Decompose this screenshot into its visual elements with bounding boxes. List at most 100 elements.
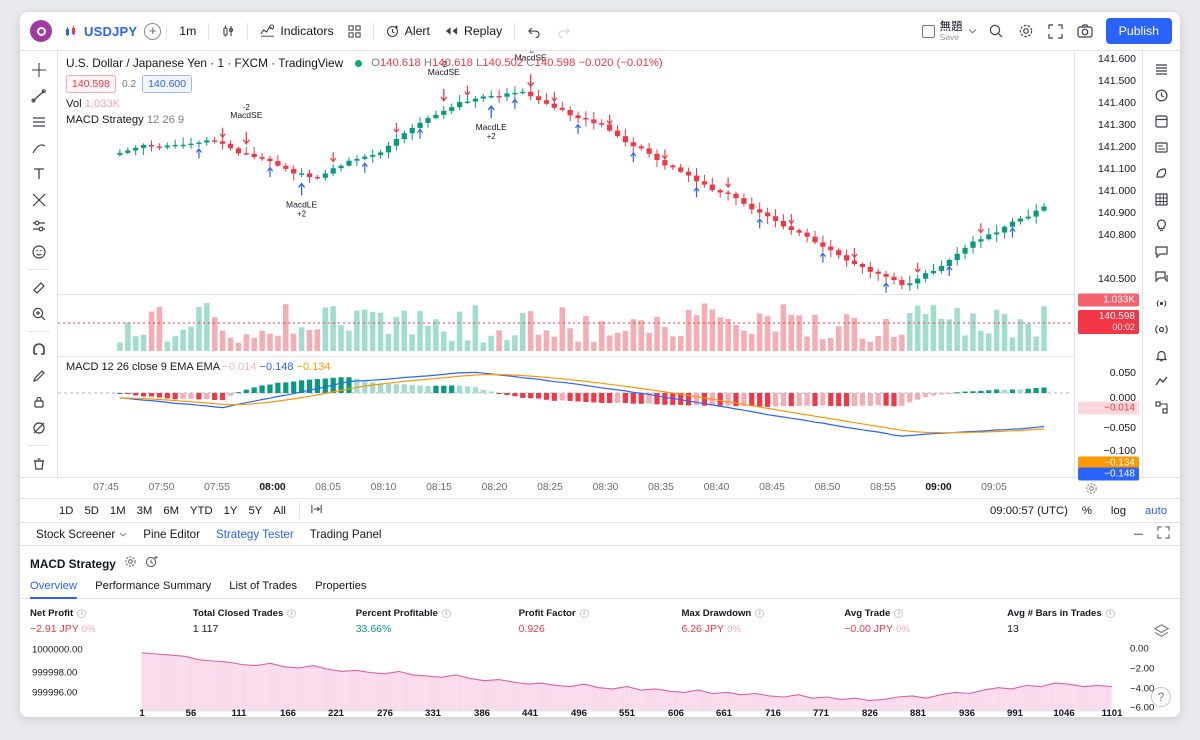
info-icon[interactable]: i bbox=[77, 609, 87, 618]
strategy-legend[interactable]: MACD Strategy 12 26 9 bbox=[66, 114, 663, 126]
notifications-icon[interactable] bbox=[1148, 343, 1176, 368]
alerts-panel-icon[interactable] bbox=[1148, 83, 1176, 108]
time-range-icon[interactable] bbox=[298, 501, 328, 520]
pitchfork-icon[interactable] bbox=[25, 135, 53, 160]
divider bbox=[208, 22, 210, 40]
snapshot-button[interactable] bbox=[1070, 18, 1100, 44]
bid-pill[interactable]: 140.598 bbox=[66, 75, 116, 94]
fullscreen-icon bbox=[1048, 23, 1063, 39]
pane-divider[interactable] bbox=[58, 356, 1074, 357]
patterns-icon[interactable] bbox=[25, 187, 53, 212]
watchlist-icon[interactable] bbox=[1148, 57, 1176, 82]
timeframe-all[interactable]: All bbox=[268, 503, 291, 519]
subtab-properties[interactable]: Properties bbox=[315, 580, 376, 598]
tradingview-logo-icon[interactable] bbox=[30, 20, 52, 42]
panel-maximize-button[interactable] bbox=[1157, 526, 1170, 542]
lightbulb-icon[interactable] bbox=[1148, 213, 1176, 238]
timeframe-6m[interactable]: 6M bbox=[158, 503, 184, 519]
measure-ruler-icon[interactable] bbox=[25, 275, 53, 300]
settings-button[interactable] bbox=[1011, 18, 1041, 44]
search-button[interactable] bbox=[981, 18, 1011, 44]
equity-left-tick: 999998.00 bbox=[32, 667, 78, 679]
ask-pill[interactable]: 140.600 bbox=[142, 75, 193, 94]
panel-minimize-button[interactable] bbox=[1132, 526, 1145, 542]
save-layout-button[interactable]: 無題 Save bbox=[916, 18, 981, 44]
timeframe-1y[interactable]: 1Y bbox=[219, 503, 243, 519]
news-icon[interactable] bbox=[1148, 135, 1176, 160]
alert-button[interactable]: Alert bbox=[379, 18, 437, 44]
price-tick: 141.500 bbox=[1098, 75, 1136, 87]
fullscreen-button[interactable] bbox=[1041, 18, 1070, 44]
strategy-settings-icon[interactable] bbox=[124, 555, 137, 573]
chat-icon[interactable] bbox=[1148, 239, 1176, 264]
bottom-tab-stock-screener[interactable]: Stock Screener bbox=[28, 523, 135, 545]
macd-legend[interactable]: MACD 12 26 close 9 EMA EMA −0.014 −0.148… bbox=[66, 361, 331, 373]
magnet-icon[interactable] bbox=[25, 337, 53, 362]
bottom-tab-list: Stock Screener Pine Editor Strategy Tester… bbox=[28, 523, 390, 545]
time-axis-settings-icon[interactable] bbox=[1085, 482, 1098, 500]
ideas-icon[interactable] bbox=[1148, 161, 1176, 186]
price-tick: 141.000 bbox=[1098, 185, 1136, 197]
hotlist-icon[interactable] bbox=[1148, 187, 1176, 212]
chart-canvas-area[interactable]: U.S. Dollar / Japanese Yen · 1 · FXCM · … bbox=[58, 51, 1074, 477]
log-scale-button[interactable]: log bbox=[1106, 503, 1131, 519]
trash-icon[interactable] bbox=[25, 451, 53, 476]
subtab-overview[interactable]: Overview bbox=[30, 580, 86, 599]
timeframe-1d[interactable]: 1D bbox=[54, 503, 78, 519]
draw-mode-icon[interactable] bbox=[25, 363, 53, 388]
undo-button[interactable] bbox=[520, 18, 549, 44]
info-icon[interactable]: i bbox=[755, 609, 765, 618]
info-icon[interactable]: i bbox=[1105, 609, 1115, 618]
divider bbox=[27, 445, 50, 446]
symbol-button[interactable]: USDJPY bbox=[58, 18, 144, 44]
forecast-icon[interactable] bbox=[25, 213, 53, 238]
stream-icon[interactable] bbox=[1148, 317, 1176, 342]
timeframe-ytd[interactable]: YTD bbox=[185, 503, 218, 519]
pane-divider[interactable] bbox=[58, 294, 1074, 295]
horizontal-lines-icon[interactable] bbox=[25, 109, 53, 134]
subtab-list-of-trades[interactable]: List of Trades bbox=[229, 580, 306, 598]
emoji-icon[interactable] bbox=[25, 239, 53, 264]
info-icon[interactable]: i bbox=[287, 609, 297, 618]
cursor-crosshair-icon[interactable] bbox=[25, 57, 53, 82]
layers-icon[interactable] bbox=[1153, 623, 1170, 645]
subtab-performance-summary[interactable]: Performance Summary bbox=[95, 580, 220, 598]
text-tool-icon[interactable] bbox=[25, 161, 53, 186]
equity-chart[interactable]: 1000000.00 999998.00 999996.00 0.00 −2.00 −4… bbox=[20, 641, 1180, 714]
chart-type-button[interactable] bbox=[214, 18, 242, 44]
bottom-tab-pine-editor[interactable]: Pine Editor bbox=[135, 523, 208, 545]
lock-icon[interactable] bbox=[25, 389, 53, 414]
chat-rooms-icon[interactable] bbox=[1148, 265, 1176, 290]
zoom-in-icon[interactable] bbox=[25, 301, 53, 326]
equity-x-tick: 551 bbox=[618, 708, 636, 717]
hide-drawings-icon[interactable] bbox=[25, 415, 53, 440]
object-tree-icon[interactable] bbox=[1148, 395, 1176, 420]
bottom-tab-strategy-tester[interactable]: Strategy Tester bbox=[208, 523, 302, 545]
time-axis[interactable]: 07:45 07:50 07:55 08:00 08:05 08:10 08:15 08:20… bbox=[20, 478, 1180, 499]
strategy-alert-icon[interactable] bbox=[145, 555, 159, 573]
help-icon[interactable]: ? bbox=[1151, 687, 1171, 707]
timeframe-5y[interactable]: 5Y bbox=[243, 503, 267, 519]
timeframe-3m[interactable]: 3M bbox=[132, 503, 158, 519]
percent-scale-button[interactable]: % bbox=[1077, 503, 1097, 519]
trend-line-icon[interactable] bbox=[25, 83, 53, 108]
info-icon[interactable]: i bbox=[441, 609, 451, 618]
timeframe-5d[interactable]: 5D bbox=[79, 503, 103, 519]
info-icon[interactable]: i bbox=[894, 609, 904, 618]
pine-icon[interactable] bbox=[1148, 369, 1176, 394]
timeframe-1m[interactable]: 1M bbox=[105, 503, 131, 519]
info-icon[interactable]: i bbox=[579, 609, 589, 618]
redo-button[interactable] bbox=[549, 18, 578, 44]
time-tick: 08:35 bbox=[648, 482, 674, 493]
interval-button[interactable]: 1m bbox=[172, 18, 203, 44]
bottom-tab-trading-panel[interactable]: Trading Panel bbox=[302, 523, 390, 545]
add-symbol-button[interactable]: + bbox=[144, 22, 162, 40]
publish-button[interactable]: Publish bbox=[1105, 18, 1172, 44]
indicators-button[interactable]: Indicators bbox=[253, 18, 340, 44]
price-axis[interactable]: 141.600 141.500 141.400 141.300 141.200 141.1… bbox=[1074, 51, 1142, 481]
replay-button[interactable]: Replay bbox=[437, 18, 509, 44]
data-window-icon[interactable] bbox=[1148, 109, 1176, 134]
auto-scale-button[interactable]: auto bbox=[1140, 503, 1172, 519]
templates-button[interactable] bbox=[341, 18, 368, 44]
broadcast-icon[interactable] bbox=[1148, 291, 1176, 316]
